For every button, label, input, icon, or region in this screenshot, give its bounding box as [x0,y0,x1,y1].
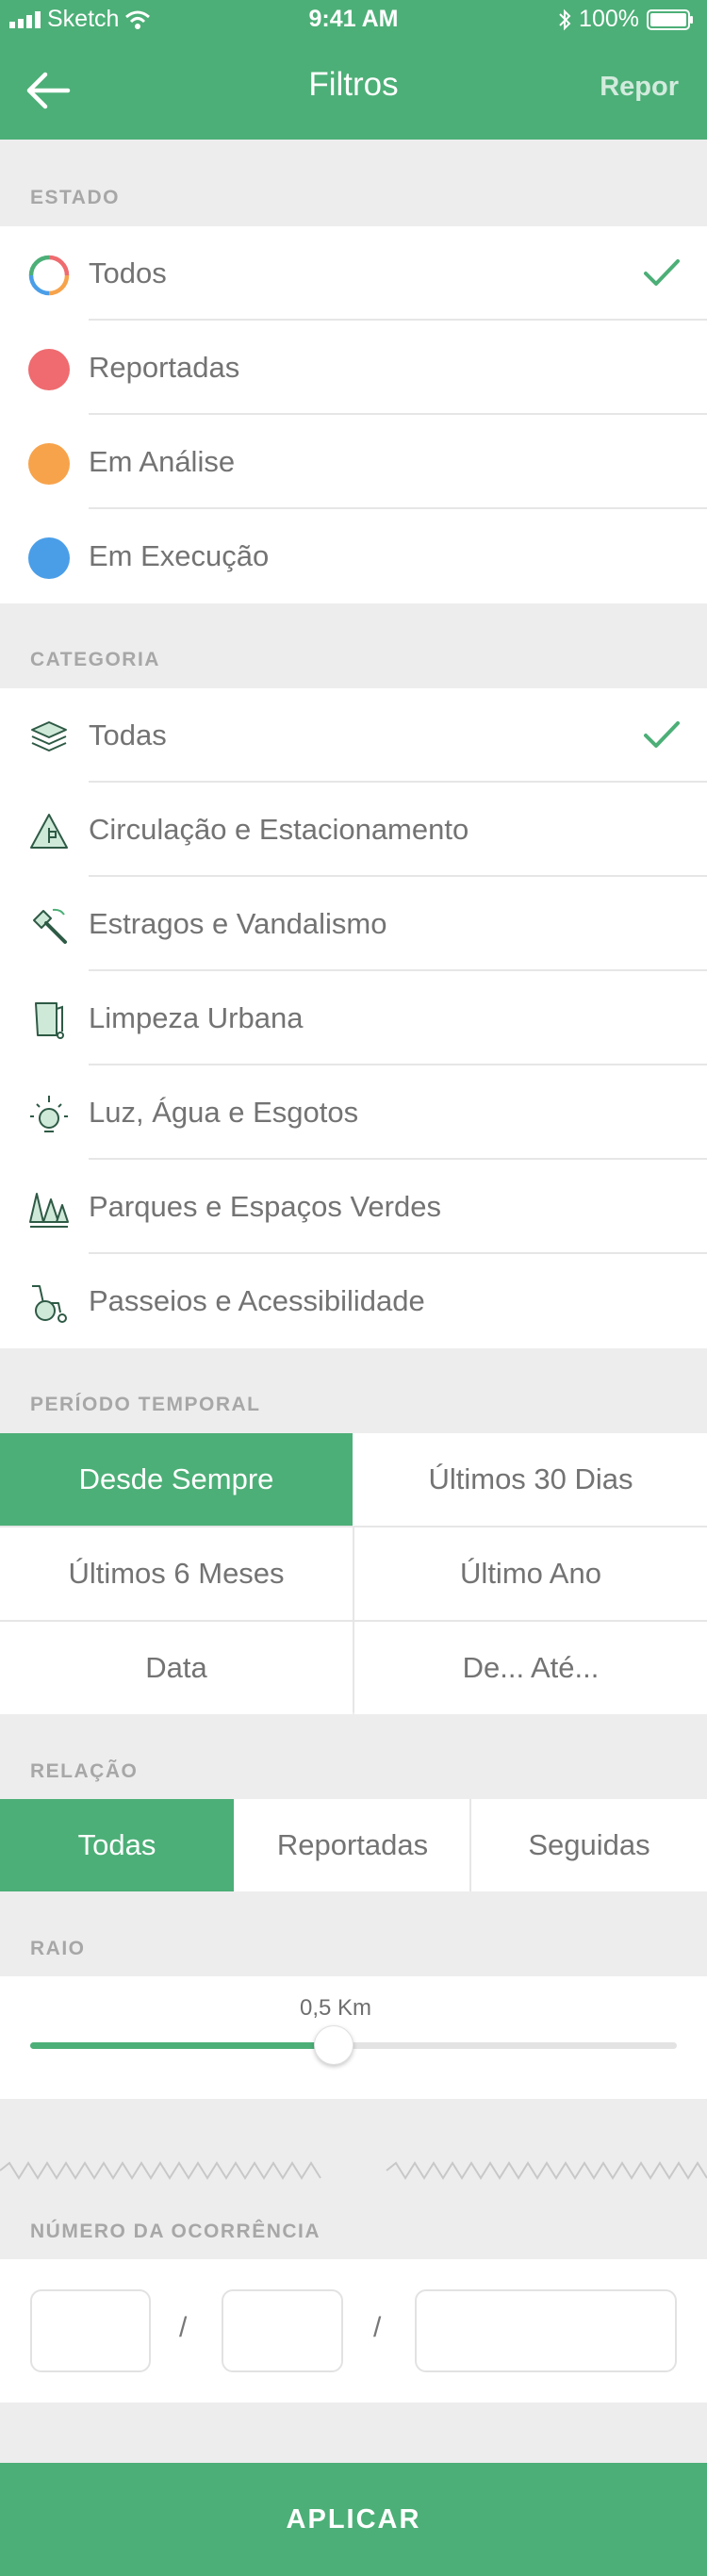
ocorrencia-field-2[interactable] [222,2289,343,2372]
ocorrencia-field-3[interactable] [415,2289,677,2372]
categoria-item-luz[interactable]: Luz, Água e Esgotos [0,1065,707,1160]
relacao-segmented-control: Todas Reportadas Seguidas [0,1799,707,1891]
periodo-option-de-ate[interactable]: De... Até... [354,1622,707,1714]
estado-label: Em Execução [89,539,270,572]
periodo-option-desde-sempre[interactable]: Desde Sempre [0,1433,353,1526]
separator-slash: / [179,2312,188,2343]
ocorrencia-field-1[interactable] [30,2289,151,2372]
categoria-item-todas[interactable]: Todas [0,688,707,783]
battery-icon [647,8,693,30]
categoria-list: Todas Circulação e Estacionamento Estrag… [0,688,707,1348]
divider [469,1799,471,1891]
estado-item-reportadas[interactable]: Reportadas [0,321,707,415]
nav-bar: Filtros Repor [0,38,707,140]
battery-percent: 100% [579,6,639,32]
categoria-label: Luz, Água e Esgotos [89,1096,359,1129]
status-bar: Sketch 9:41 AM 100% [0,0,707,38]
estado-label: Reportadas [89,351,240,384]
estado-item-em-execucao[interactable]: Em Execução [0,509,707,603]
checkmark-icon [644,721,680,748]
section-label-periodo: PERÍODO TEMPORAL [30,1394,261,1415]
ring-multicolor-icon [28,255,70,296]
hammer-icon [33,908,67,944]
slider-track[interactable] [30,2025,677,2065]
wheelchair-icon [32,1285,67,1323]
categoria-label: Limpeza Urbana [89,1001,304,1034]
slider-fill [30,2042,335,2049]
section-label-ocorrencia: NÚMERO DA OCORRÊNCIA [30,2221,321,2242]
raio-slider: 0,5 Km [0,1976,707,2099]
red-dot-icon [28,349,70,390]
section-label-relacao: RELAÇÃO [30,1760,139,1782]
estado-item-todos[interactable]: Todos [0,226,707,321]
estado-item-em-analise[interactable]: Em Análise [0,415,707,509]
slider-thumb[interactable] [314,2025,354,2065]
orange-dot-icon [28,443,70,485]
estado-label: Em Análise [89,445,236,478]
categoria-item-parques[interactable]: Parques e Espaços Verdes [0,1160,707,1254]
trash-bin-icon [35,1002,64,1039]
periodo-option-ultimo-ano[interactable]: Último Ano [354,1527,707,1620]
relacao-option-reportadas[interactable]: Reportadas [236,1799,469,1891]
categoria-label: Passeios e Acessibilidade [89,1284,425,1317]
section-label-categoria: CATEGORIA [30,649,160,670]
categoria-label: Estragos e Vandalismo [89,907,387,940]
checkmark-icon [644,259,680,286]
section-label-estado: ESTADO [30,187,120,208]
light-bulb-icon [30,1096,68,1132]
apply-button[interactable]: APLICAR [0,2463,707,2576]
zigzag-separator [0,2161,707,2180]
separator-slash: / [373,2312,382,2343]
estado-label: Todos [89,256,167,289]
categoria-label: Circulação e Estacionamento [89,813,469,846]
categoria-item-limpeza[interactable]: Limpeza Urbana [0,971,707,1065]
ocorrencia-fields: / / [0,2259,707,2403]
categoria-item-circulacao[interactable]: Circulação e Estacionamento [0,783,707,877]
periodo-option-data[interactable]: Data [0,1622,353,1714]
categoria-item-passeios[interactable]: Passeios e Acessibilidade [0,1254,707,1348]
categoria-item-estragos[interactable]: Estragos e Vandalismo [0,877,707,971]
bluetooth-icon [559,8,571,30]
categoria-label: Todas [89,718,167,751]
reset-button[interactable]: Repor [600,72,679,103]
raio-value-label: 0,5 Km [299,1995,372,2021]
layers-icon [31,721,67,751]
periodo-grid: Desde Sempre Últimos 30 Dias Últimos 6 M… [0,1433,707,1714]
relacao-option-todas[interactable]: Todas [0,1799,234,1891]
periodo-option-ultimos-30-dias[interactable]: Últimos 30 Dias [354,1433,707,1526]
blue-dot-icon [28,537,70,579]
traffic-sign-icon [30,814,68,849]
section-label-raio: RAIO [30,1938,86,1959]
periodo-option-ultimos-6-meses[interactable]: Últimos 6 Meses [0,1527,353,1620]
divider [353,1526,354,1712]
categoria-label: Parques e Espaços Verdes [89,1190,441,1223]
relacao-option-seguidas[interactable]: Seguidas [471,1799,707,1891]
trees-icon [29,1193,69,1228]
estado-list: Todos Reportadas Em Análise Em Execução [0,226,707,603]
